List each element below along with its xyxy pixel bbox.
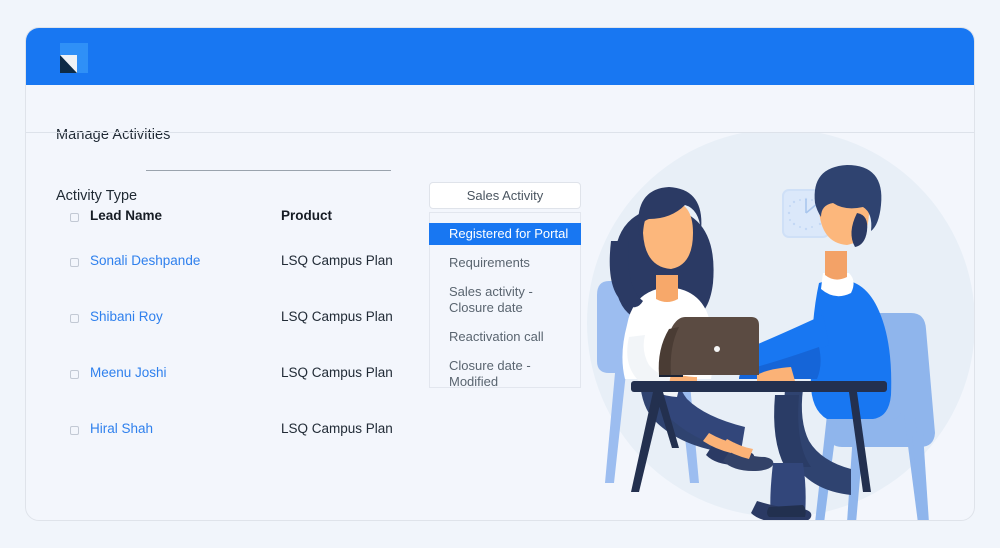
product-value: LSQ Campus Plan [281, 365, 393, 380]
page-title: Manage Activities [56, 127, 171, 143]
table-row: Meenu Joshi LSQ Campus Plan [56, 365, 406, 421]
product-value: LSQ Campus Plan [281, 309, 393, 324]
company-logo-icon[interactable] [60, 43, 88, 73]
leads-table: Lead Name Product Sonali Deshpande LSQ C… [56, 208, 406, 477]
app-root: Manage Activities Activity Type Sales Ac… [0, 0, 1000, 548]
activity-type-rule [146, 170, 391, 171]
row-checkbox[interactable] [70, 314, 79, 323]
activity-type-select[interactable]: Sales Activity [429, 182, 581, 209]
table-row: Sonali Deshpande LSQ Campus Plan [56, 253, 406, 309]
product-value: LSQ Campus Plan [281, 421, 393, 436]
table-header-row: Lead Name Product [56, 208, 406, 253]
activity-type-options-panel[interactable]: Registered for Portal Requirements Sales… [429, 212, 581, 389]
row-checkbox[interactable] [70, 258, 79, 267]
column-header-product: Product [281, 208, 333, 223]
option-requirements[interactable]: Requirements [430, 252, 580, 274]
table-row: Hiral Shah LSQ Campus Plan [56, 421, 406, 477]
option-reactivation-call[interactable]: Reactivation call [430, 326, 580, 348]
main-card: Manage Activities Activity Type Sales Ac… [25, 27, 975, 521]
laptop-icon [658, 317, 759, 377]
app-header-bar [26, 28, 974, 85]
option-closure-date-modified[interactable]: Closure date - Modified [430, 355, 580, 393]
two-people-meeting-illustration [571, 129, 974, 520]
row-checkbox[interactable] [70, 426, 79, 435]
row-checkbox[interactable] [70, 370, 79, 379]
lead-name-link[interactable]: Shibani Roy [90, 309, 163, 324]
option-registered-for-portal[interactable]: Registered for Portal [429, 223, 581, 245]
product-value: LSQ Campus Plan [281, 253, 393, 268]
lead-name-link[interactable]: Meenu Joshi [90, 365, 167, 380]
activity-type-label: Activity Type [56, 188, 138, 204]
column-header-lead-name: Lead Name [90, 208, 163, 223]
table-row: Shibani Roy LSQ Campus Plan [56, 309, 406, 365]
lead-name-link[interactable]: Sonali Deshpande [90, 253, 200, 268]
option-sales-activity-closure-date[interactable]: Sales activity - Closure date [430, 281, 580, 319]
lead-name-link[interactable]: Hiral Shah [90, 421, 153, 436]
select-all-checkbox[interactable] [70, 213, 79, 222]
